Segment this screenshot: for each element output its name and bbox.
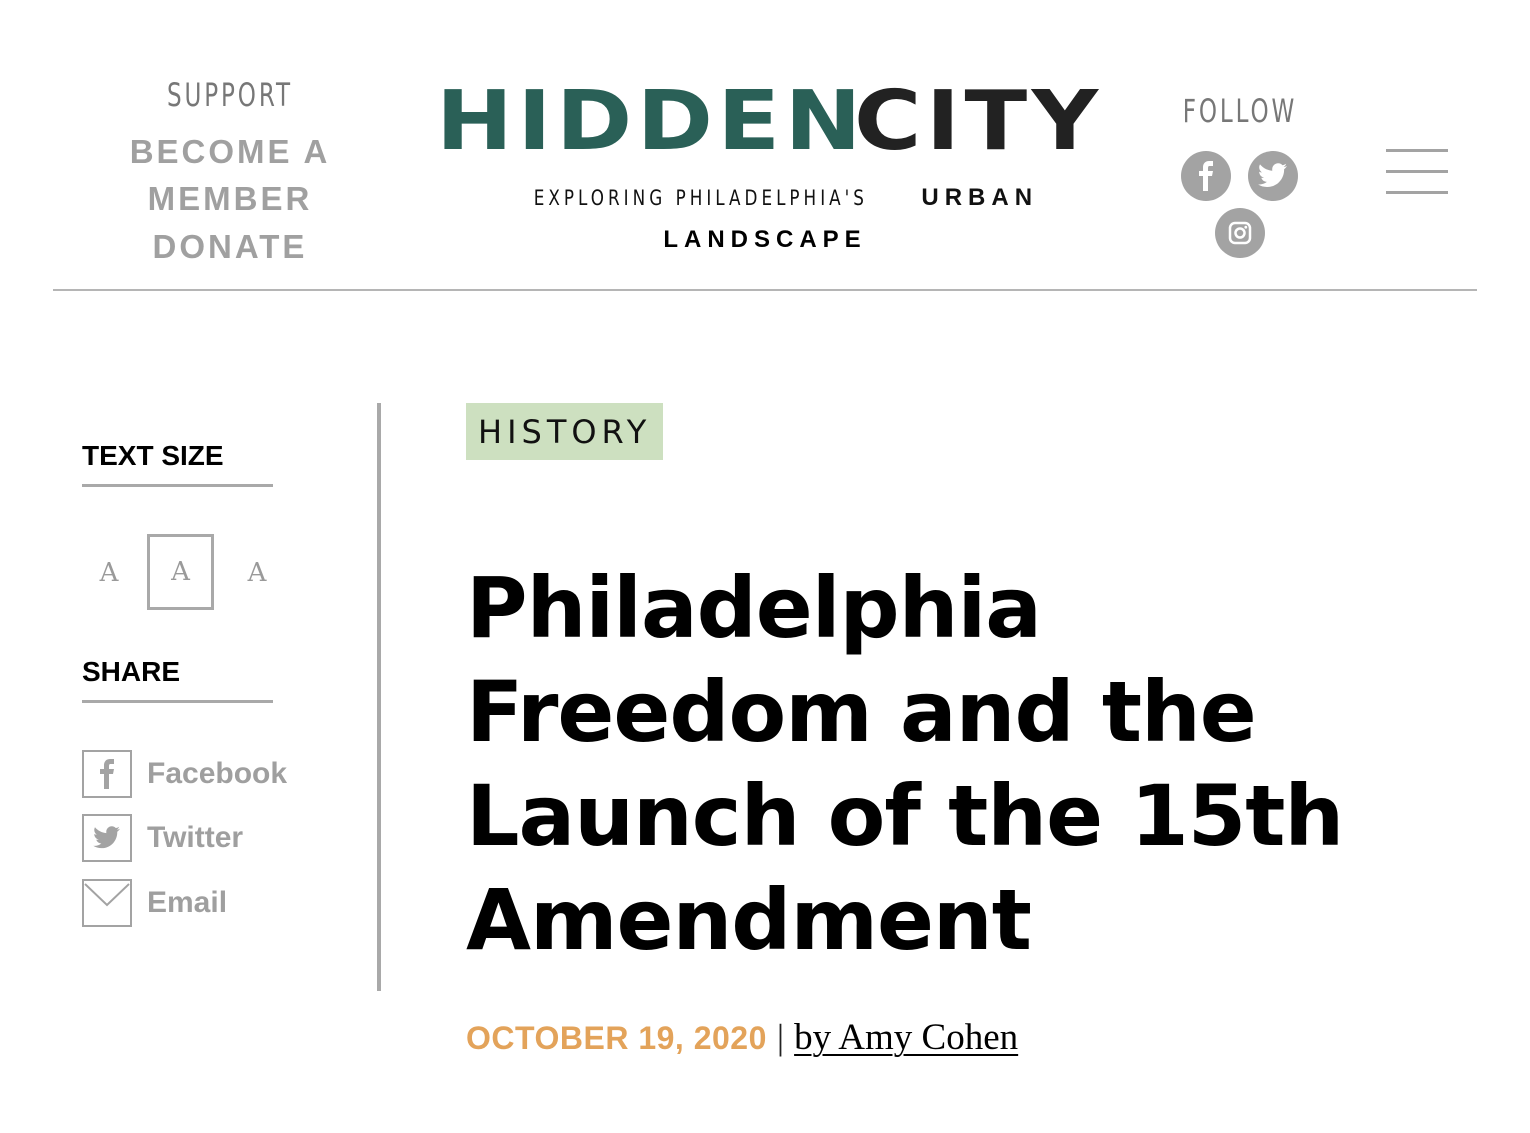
share-twitter-label: Twitter [147,821,244,854]
share-rule [82,700,273,703]
sidebar-divider [377,403,381,991]
support-label: SUPPORT [167,76,293,114]
become-a-member-link[interactable]: BECOME A [110,133,350,171]
follow-label: FOLLOW [1182,92,1298,130]
twitter-icon[interactable] [1248,151,1298,201]
author-link[interactable]: by Amy Cohen [794,1016,1018,1059]
share-facebook-link[interactable]: Facebook [82,750,287,798]
tagline-bold-second-line: LANDSCAPE [663,226,867,253]
member-link[interactable]: MEMBER [110,180,350,218]
hamburger-line [1386,191,1448,194]
text-size-small-button[interactable]: A [92,558,126,588]
hamburger-menu-icon[interactable] [1386,149,1448,195]
share-twitter-link[interactable]: Twitter [82,814,243,862]
article-title-line: Amendment [466,871,1032,969]
logo-word-hidden: HIDDEN [436,74,866,169]
text-size-rule [82,484,273,487]
publish-date: OCTOBER 19, 2020 [466,1020,767,1056]
article-title-line: Freedom and the [466,663,1257,761]
donate-link[interactable]: DONATE [110,228,350,266]
facebook-icon[interactable] [1181,151,1231,201]
site-tagline: EXPLORING PHILADELPHIA'S URBAN [440,184,1090,212]
hamburger-line [1386,170,1448,173]
facebook-icon [82,750,132,798]
instagram-icon[interactable] [1215,208,1265,258]
email-icon [82,879,132,927]
article-title-line: Philadelphia [466,559,1042,657]
text-size-heading: TEXT SIZE [82,440,224,471]
tagline-text: EXPLORING PHILADELPHIA'S [533,186,868,210]
twitter-icon [82,814,132,862]
text-size-large-button[interactable]: A [240,558,274,588]
share-facebook-label: Facebook [147,757,288,790]
article-title: Philadelphia Freedom and the Launch of t… [466,556,1366,972]
meta-separator: | [776,1017,785,1057]
article-title-line: Launch of the 15th [466,767,1344,865]
article-meta: OCTOBER 19, 2020 | by Amy Cohen [466,1016,1018,1059]
site-logo[interactable]: HIDDEN CITY [430,74,1103,169]
share-email-label: Email [147,886,228,919]
category-tag[interactable]: HISTORY [466,403,664,460]
text-size-medium-button[interactable]: A [147,534,214,610]
share-email-link[interactable]: Email [82,879,227,927]
share-heading: SHARE [82,656,181,687]
hamburger-line [1386,149,1448,152]
tagline-bold-text: URBAN [921,184,1039,211]
logo-word-city: CITY [854,74,1103,169]
header-divider [53,289,1477,291]
